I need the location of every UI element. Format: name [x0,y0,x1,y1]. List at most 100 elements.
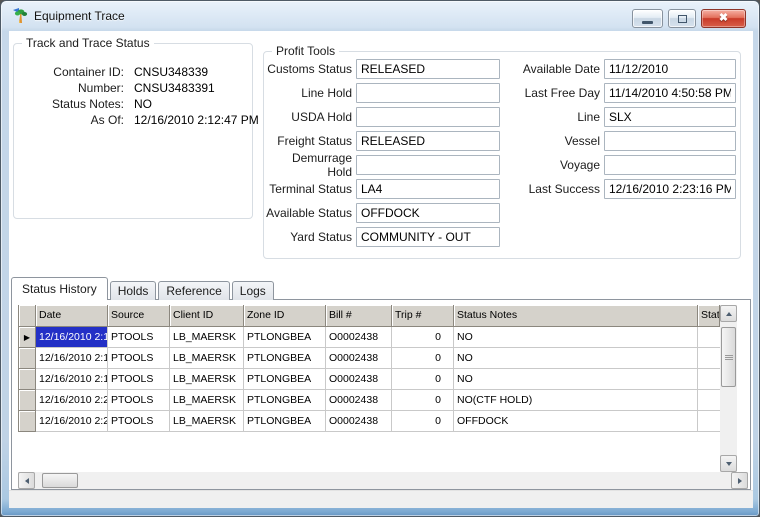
cell-zone-id[interactable]: PTLONGBEA [244,348,326,369]
cell-status-clipped[interactable] [698,390,720,411]
header-status-clipped[interactable]: Statu [698,305,720,327]
available-status-field[interactable] [356,203,500,223]
table-row[interactable]: 12/16/2010 2:19 PTOOLS LB_MAERSK PTLONGB… [18,369,720,390]
line-hold-field[interactable] [356,83,500,103]
row-selector[interactable] [18,390,36,411]
last-free-day-field[interactable] [604,83,736,103]
header-source[interactable]: Source [108,305,170,327]
cell-source[interactable]: PTOOLS [108,348,170,369]
tab-status-history[interactable]: Status History [11,277,108,301]
cell-client-id[interactable]: LB_MAERSK [170,411,244,432]
cell-trip[interactable]: 0 [392,369,454,390]
table-row[interactable]: 12/16/2010 2:2 PTOOLS LB_MAERSK PTLONGBE… [18,390,720,411]
restore-button[interactable] [668,9,696,28]
number-label: Number: [77,81,124,95]
cell-date[interactable]: 12/16/2010 2:2 [36,411,108,432]
cell-zone-id[interactable]: PTLONGBEA [244,390,326,411]
freight-status-field[interactable] [356,131,500,151]
available-status-row: Available Status [266,203,500,223]
horizontal-scrollbar[interactable] [18,472,748,489]
cell-source[interactable]: PTOOLS [108,327,170,348]
table-row[interactable]: 12/16/2010 2:2 PTOOLS LB_MAERSK PTLONGBE… [18,411,720,432]
line-field[interactable] [604,107,736,127]
title-bar[interactable]: Equipment Trace ✖ [1,1,759,31]
last-success-field[interactable] [604,179,736,199]
cell-client-id[interactable]: LB_MAERSK [170,348,244,369]
tab-logs[interactable]: Logs [231,281,274,300]
header-client-id[interactable]: Client ID [170,305,244,327]
tab-holds[interactable]: Holds [109,281,157,300]
terminal-status-field[interactable] [356,179,500,199]
header-trip[interactable]: Trip # [392,305,454,327]
header-zone-id[interactable]: Zone ID [244,305,326,327]
usda-hold-field[interactable] [356,107,500,127]
available-date-field[interactable] [604,59,736,79]
cell-trip[interactable]: 0 [392,411,454,432]
cell-client-id[interactable]: LB_MAERSK [170,390,244,411]
table-row[interactable]: ▶ 12/16/2010 2:1 PTOOLS LB_MAERSK PTLONG… [18,327,720,348]
cell-bill[interactable]: O0002438 [326,369,392,390]
voyage-label: Voyage [559,158,600,172]
container-id-row: Container ID: CNSU348339 [20,66,259,79]
row-selector[interactable] [18,411,36,432]
header-bill[interactable]: Bill # [326,305,392,327]
cell-status-clipped[interactable] [698,327,720,348]
cell-bill[interactable]: O0002438 [326,348,392,369]
header-status-notes[interactable]: Status Notes [454,305,698,327]
cell-bill[interactable]: O0002438 [326,411,392,432]
cell-status-notes[interactable]: OFFDOCK [454,411,698,432]
cell-source[interactable]: PTOOLS [108,411,170,432]
header-date[interactable]: Date [36,305,108,327]
client-area: Track and Trace Status Container ID: CNS… [9,31,753,492]
horizontal-scroll-thumb[interactable] [42,473,78,488]
cell-date[interactable]: 12/16/2010 2:2 [36,390,108,411]
cell-source[interactable]: PTOOLS [108,390,170,411]
cell-date[interactable]: 12/16/2010 2:19 [36,369,108,390]
scroll-down-button[interactable] [720,455,737,472]
vertical-scroll-thumb[interactable] [721,327,736,387]
profit-tools-groupbox: Profit Tools Customs Status Line Hold US… [263,44,741,259]
scroll-left-button[interactable] [18,472,35,489]
cell-status-clipped[interactable] [698,348,720,369]
vertical-scrollbar[interactable] [720,305,737,472]
cell-status-clipped[interactable] [698,369,720,390]
vessel-row: Vessel [510,131,736,151]
cell-bill[interactable]: O0002438 [326,390,392,411]
cell-zone-id[interactable]: PTLONGBEA [244,369,326,390]
voyage-field[interactable] [604,155,736,175]
scroll-right-button[interactable] [731,472,748,489]
cell-trip[interactable]: 0 [392,390,454,411]
close-button[interactable]: ✖ [701,9,746,28]
demurrage-hold-field[interactable] [356,155,500,175]
restore-icon [677,14,687,23]
customs-status-field[interactable] [356,59,500,79]
row-selector[interactable]: ▶ [18,327,36,348]
tab-reference[interactable]: Reference [158,281,230,300]
yard-status-field[interactable] [356,227,500,247]
cell-status-notes[interactable]: NO [454,369,698,390]
cell-zone-id[interactable]: PTLONGBEA [244,327,326,348]
cell-zone-id[interactable]: PTLONGBEA [244,411,326,432]
cell-client-id[interactable]: LB_MAERSK [170,369,244,390]
cell-date[interactable]: 12/16/2010 2:1 [36,327,108,348]
table-row[interactable]: 12/16/2010 2:17 PTOOLS LB_MAERSK PTLONGB… [18,348,720,369]
cell-client-id[interactable]: LB_MAERSK [170,327,244,348]
cell-trip[interactable]: 0 [392,327,454,348]
cell-status-clipped[interactable] [698,411,720,432]
row-selector[interactable] [18,348,36,369]
minimize-button[interactable] [632,9,663,28]
as-of-row: As Of: 12/16/2010 2:12:47 PM [20,114,259,127]
cell-source[interactable]: PTOOLS [108,369,170,390]
customs-status-label: Customs Status [267,62,352,76]
vessel-field[interactable] [604,131,736,151]
row-selector[interactable] [18,369,36,390]
usda-hold-row: USDA Hold [266,107,500,127]
cell-status-notes[interactable]: NO [454,348,698,369]
cell-bill[interactable]: O0002438 [326,327,392,348]
as-of-value: 12/16/2010 2:12:47 PM [134,113,259,127]
cell-date[interactable]: 12/16/2010 2:17 [36,348,108,369]
cell-trip[interactable]: 0 [392,348,454,369]
cell-status-notes[interactable]: NO [454,327,698,348]
scroll-up-button[interactable] [720,305,737,322]
cell-status-notes[interactable]: NO(CTF HOLD) [454,390,698,411]
